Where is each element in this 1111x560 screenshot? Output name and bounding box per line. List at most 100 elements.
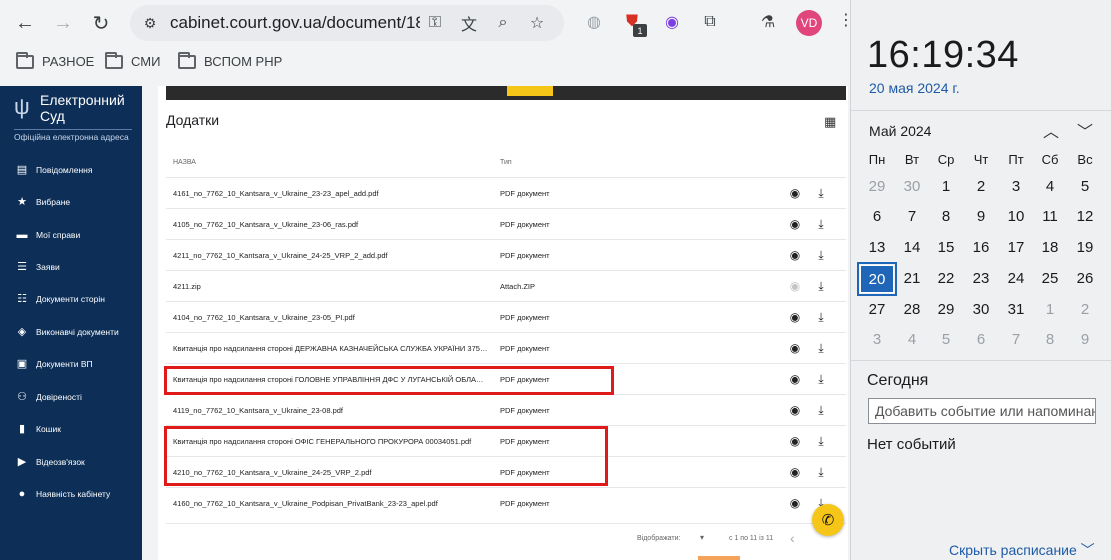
download-icon[interactable]: ⤓ [814, 248, 828, 262]
view-eye-icon[interactable]: ◉ [788, 465, 802, 479]
sidebar-item-executive-documents[interactable]: ◈ Виконавчі документи [16, 326, 119, 338]
bookmark-folder-vspom[interactable]: ВСПОМ РНР [178, 51, 282, 69]
extensions-puzzle-icon[interactable]: ⧉ [698, 10, 722, 34]
calendar-day[interactable]: 30 [895, 173, 929, 201]
calendar-day[interactable]: 3 [999, 173, 1033, 201]
view-eye-icon[interactable]: ◉ [788, 248, 802, 262]
forward-button[interactable]: → [48, 8, 78, 38]
calendar-day[interactable]: 30 [964, 296, 998, 324]
calendar-day[interactable]: 18 [1033, 234, 1067, 262]
globe-extension-icon[interactable]: ◍ [582, 10, 606, 34]
download-icon[interactable]: ⤓ [814, 217, 828, 231]
sidebar-item-my-cases[interactable]: ▬ Мої справи [16, 229, 81, 241]
column-header-type[interactable]: Тип [500, 159, 512, 166]
download-icon[interactable]: ⤓ [814, 279, 828, 293]
calendar-day[interactable]: 24 [999, 265, 1033, 293]
download-icon[interactable]: ⤓ [814, 310, 828, 324]
calendar-day[interactable]: 5 [1068, 173, 1102, 201]
calendar-day[interactable]: 6 [860, 203, 894, 231]
zoom-icon[interactable]: ⌕ [492, 13, 514, 33]
calendar-day[interactable]: 8 [929, 203, 963, 231]
translate-icon[interactable]: 文 [458, 13, 480, 34]
add-event-input[interactable]: Добавить событие или напоминание [868, 398, 1096, 424]
calendar-day[interactable]: 4 [895, 326, 929, 354]
reload-button[interactable]: ↻ [86, 8, 116, 38]
calendar-day[interactable]: 28 [895, 296, 929, 324]
calendar-day[interactable]: 2 [1068, 296, 1102, 324]
calendar-day[interactable]: 19 [1068, 234, 1102, 262]
view-eye-icon[interactable]: ◉ [788, 372, 802, 386]
calendar-day[interactable]: 26 [1068, 265, 1102, 293]
sidebar-item-favorites[interactable]: ★ Вибране [16, 196, 70, 208]
grid-view-icon[interactable]: ▦ [824, 114, 836, 130]
calendar-day[interactable]: 12 [1068, 203, 1102, 231]
view-eye-icon[interactable]: ◉ [788, 186, 802, 200]
bookmark-star-icon[interactable]: ☆ [526, 13, 548, 33]
rows-per-page-dropdown-icon[interactable]: ▾ [700, 533, 704, 542]
view-eye-icon[interactable]: ◉ [788, 217, 802, 231]
view-eye-icon[interactable]: ◉ [788, 310, 802, 324]
download-icon[interactable]: ⤓ [814, 434, 828, 448]
calendar-day[interactable]: 1 [1033, 296, 1067, 324]
viewer-action-button[interactable] [507, 86, 553, 96]
calendar-day[interactable]: 22 [929, 265, 963, 293]
download-icon[interactable]: ⤓ [814, 341, 828, 355]
prev-month-icon[interactable]: ︿ [1043, 118, 1059, 142]
download-icon[interactable]: ⤓ [814, 465, 828, 479]
profile-avatar[interactable]: VD [796, 10, 822, 36]
download-icon[interactable]: ⤓ [814, 403, 828, 417]
back-button[interactable]: ← [10, 8, 40, 38]
sidebar-item-vp-documents[interactable]: ▣ Документи ВП [16, 358, 93, 370]
sidebar-item-notifications[interactable]: ▤ Повідомлення [16, 164, 93, 176]
calendar-day[interactable]: 7 [999, 326, 1033, 354]
color-extension-icon[interactable]: ◉ [660, 10, 684, 34]
calendar-day[interactable]: 4 [1033, 173, 1067, 201]
calendar-day[interactable]: 10 [999, 203, 1033, 231]
sidebar-item-cabinet-availability[interactable]: ● Наявність кабінету [16, 488, 111, 500]
hide-schedule-link[interactable]: Скрыть расписание ﹀ [949, 540, 1095, 560]
brand-logo[interactable]: ψ Електронний Суд [14, 92, 125, 124]
calendar-day[interactable]: 7 [895, 203, 929, 231]
sidebar-item-applications[interactable]: ☰ Заяви [16, 261, 60, 273]
calendar-day[interactable]: 2 [964, 173, 998, 201]
column-header-name[interactable]: НАЗВА [173, 159, 196, 166]
calendar-day[interactable]: 31 [999, 296, 1033, 324]
view-eye-icon[interactable]: ◉ [788, 341, 802, 355]
calendar-day[interactable]: 6 [964, 326, 998, 354]
sidebar-item-trash[interactable]: ▮ Кошик [16, 423, 61, 435]
download-icon[interactable]: ⤓ [814, 372, 828, 386]
calendar-day[interactable]: 8 [1033, 326, 1067, 354]
calendar-day[interactable]: 29 [860, 173, 894, 201]
download-icon[interactable]: ⤓ [814, 186, 828, 200]
month-label[interactable]: Май 2024 [869, 123, 931, 139]
calendar-day[interactable]: 25 [1033, 265, 1067, 293]
next-month-icon[interactable]: ﹀ [1077, 118, 1093, 142]
sidebar-item-party-documents[interactable]: ☷ Документи сторін [16, 293, 105, 305]
calendar-day[interactable]: 1 [929, 173, 963, 201]
address-bar[interactable]: ⚙ cabinet.court.gov.ua/document/18... ⚿ … [130, 5, 564, 41]
bookmark-folder-smi[interactable]: СМИ [105, 51, 160, 69]
sidebar-item-powers-of-attorney[interactable]: ⚇ Довіреності [16, 391, 82, 403]
calendar-day-today[interactable]: 20 [857, 262, 897, 296]
date-link[interactable]: 20 мая 2024 г. [869, 80, 960, 96]
view-eye-icon[interactable]: ◉ [788, 434, 802, 448]
sidebar-item-video-call[interactable]: ▶ Відеозв'язок [16, 456, 85, 468]
prev-page-icon[interactable]: ‹ [790, 530, 795, 546]
url-text[interactable]: cabinet.court.gov.ua/document/18... [170, 13, 420, 33]
calendar-day[interactable]: 16 [964, 234, 998, 262]
phone-call-button[interactable]: ✆ [812, 504, 844, 536]
site-info-icon[interactable]: ⚙ [140, 13, 160, 33]
calendar-day[interactable]: 13 [860, 234, 894, 262]
calendar-day[interactable]: 29 [929, 296, 963, 324]
calendar-day[interactable]: 14 [895, 234, 929, 262]
view-eye-icon[interactable]: ◉ [788, 403, 802, 417]
calendar-day[interactable]: 5 [929, 326, 963, 354]
calendar-day[interactable]: 27 [860, 296, 894, 324]
labs-flask-icon[interactable]: ⚗ [756, 10, 780, 34]
calendar-day[interactable]: 23 [964, 265, 998, 293]
calendar-day[interactable]: 17 [999, 234, 1033, 262]
bookmark-folder-raznoe[interactable]: РАЗНОЕ [16, 51, 94, 69]
calendar-day[interactable]: 15 [929, 234, 963, 262]
password-key-icon[interactable]: ⚿ [424, 13, 446, 33]
calendar-day[interactable]: 21 [895, 265, 929, 293]
